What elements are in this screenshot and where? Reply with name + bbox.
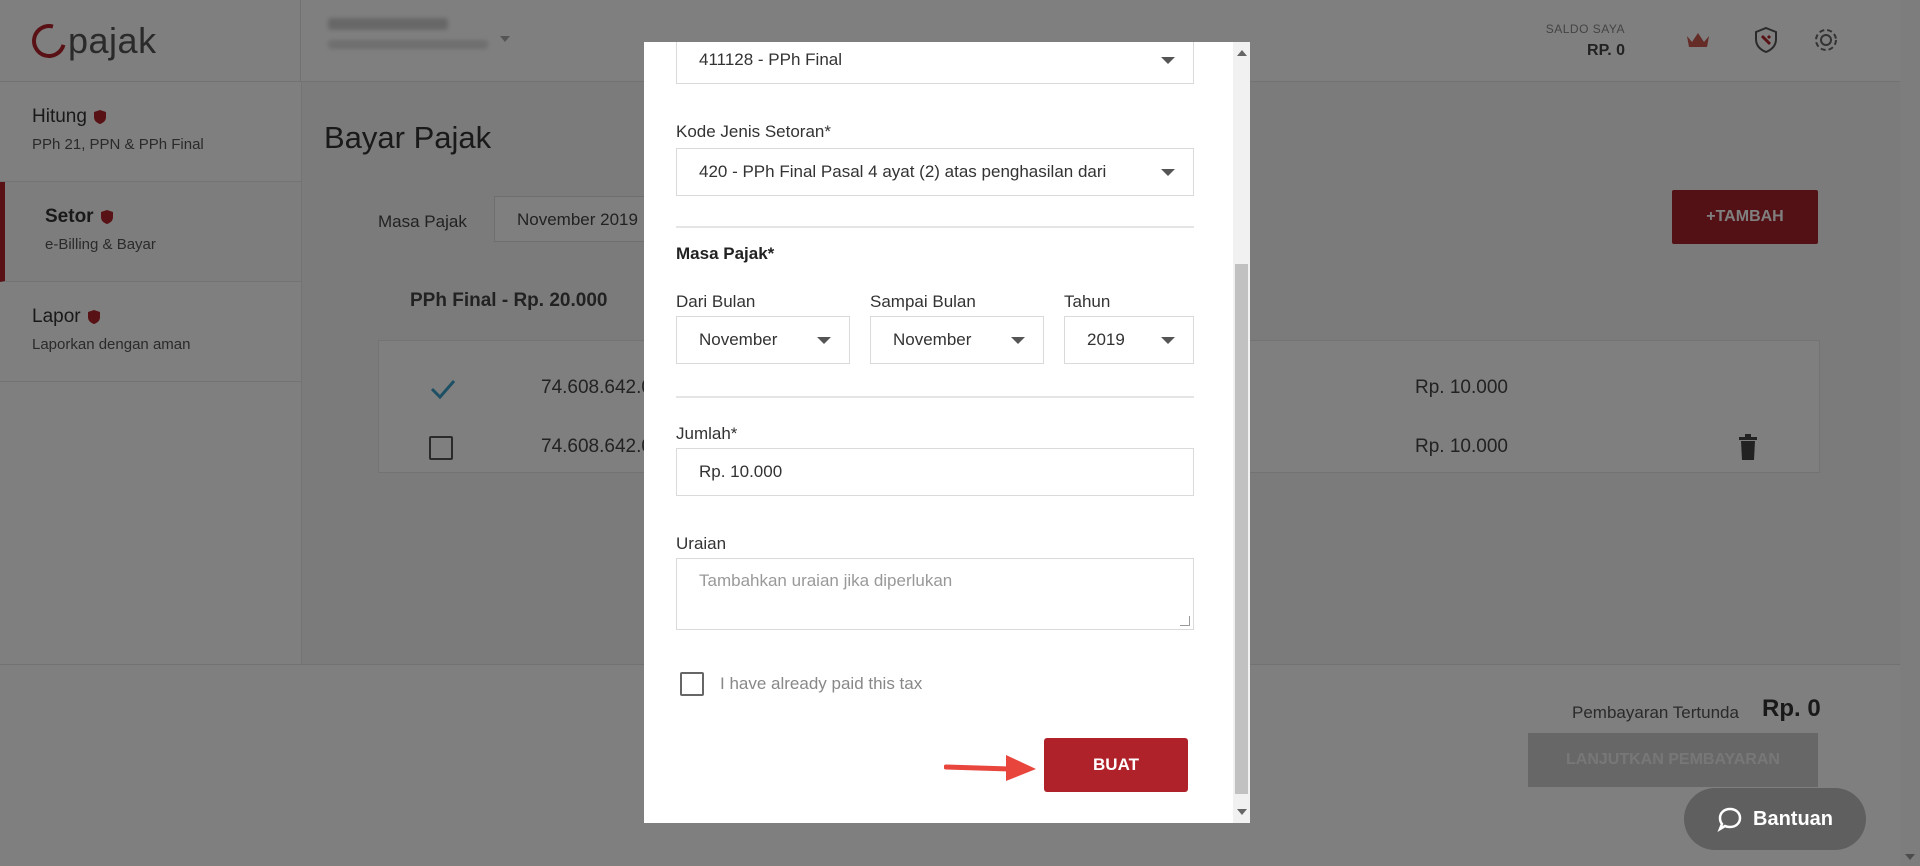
kode-jenis-setoran-select[interactable]: 420 - PPh Final Pasal 4 ayat (2) atas pe… <box>676 148 1194 196</box>
tahun-select[interactable]: 2019 <box>1064 316 1194 364</box>
chat-bubble-icon <box>1717 807 1742 832</box>
tahun-value: 2019 <box>1087 330 1125 349</box>
caret-down-icon <box>1011 337 1025 344</box>
scroll-down-icon[interactable] <box>1237 809 1247 815</box>
jumlah-input[interactable]: Rp. 10.000 <box>676 448 1194 496</box>
caret-down-icon <box>1161 57 1175 64</box>
already-paid-checkbox[interactable] <box>680 672 704 696</box>
akun-pajak-select[interactable]: 411128 - PPh Final <box>676 42 1194 84</box>
modal-scrollbar[interactable] <box>1233 42 1250 823</box>
scroll-up-icon[interactable] <box>1237 50 1247 56</box>
caret-down-icon <box>1161 169 1175 176</box>
uraian-label: Uraian <box>676 534 727 553</box>
create-button[interactable]: BUAT <box>1044 738 1188 792</box>
akun-pajak-value: 411128 - PPh Final <box>699 50 843 69</box>
help-label: Bantuan <box>1753 807 1833 830</box>
section-divider <box>676 396 1194 398</box>
scrollbar-thumb[interactable] <box>1235 264 1248 794</box>
dari-bulan-label: Dari Bulan <box>676 292 756 311</box>
kode-jenis-setoran-value: 420 - PPh Final Pasal 4 ayat (2) atas pe… <box>699 162 1107 181</box>
help-button[interactable]: Bantuan <box>1684 788 1866 850</box>
pointer-arrow-icon <box>944 755 1036 781</box>
sampai-bulan-label: Sampai Bulan <box>870 292 976 311</box>
resize-grip-icon[interactable] <box>1180 616 1190 626</box>
create-billing-modal: 411128 - PPh Final Kode Jenis Setoran* 4… <box>644 42 1250 823</box>
caret-down-icon <box>1161 337 1175 344</box>
dari-bulan-value: November <box>699 330 778 349</box>
kode-jenis-setoran-label: Kode Jenis Setoran* <box>676 122 831 141</box>
section-divider <box>676 226 1194 228</box>
uraian-textarea[interactable]: Tambahkan uraian jika diperlukan <box>676 558 1194 630</box>
uraian-placeholder: Tambahkan uraian jika diperlukan <box>699 571 953 590</box>
caret-down-icon <box>817 337 831 344</box>
masa-pajak-title: Masa Pajak* <box>676 244 775 263</box>
dari-bulan-select[interactable]: November <box>676 316 850 364</box>
sampai-bulan-value: November <box>893 330 972 349</box>
jumlah-label: Jumlah* <box>676 424 738 443</box>
already-paid-label[interactable]: I have already paid this tax <box>720 674 922 694</box>
sampai-bulan-select[interactable]: November <box>870 316 1044 364</box>
tahun-label: Tahun <box>1064 292 1111 311</box>
